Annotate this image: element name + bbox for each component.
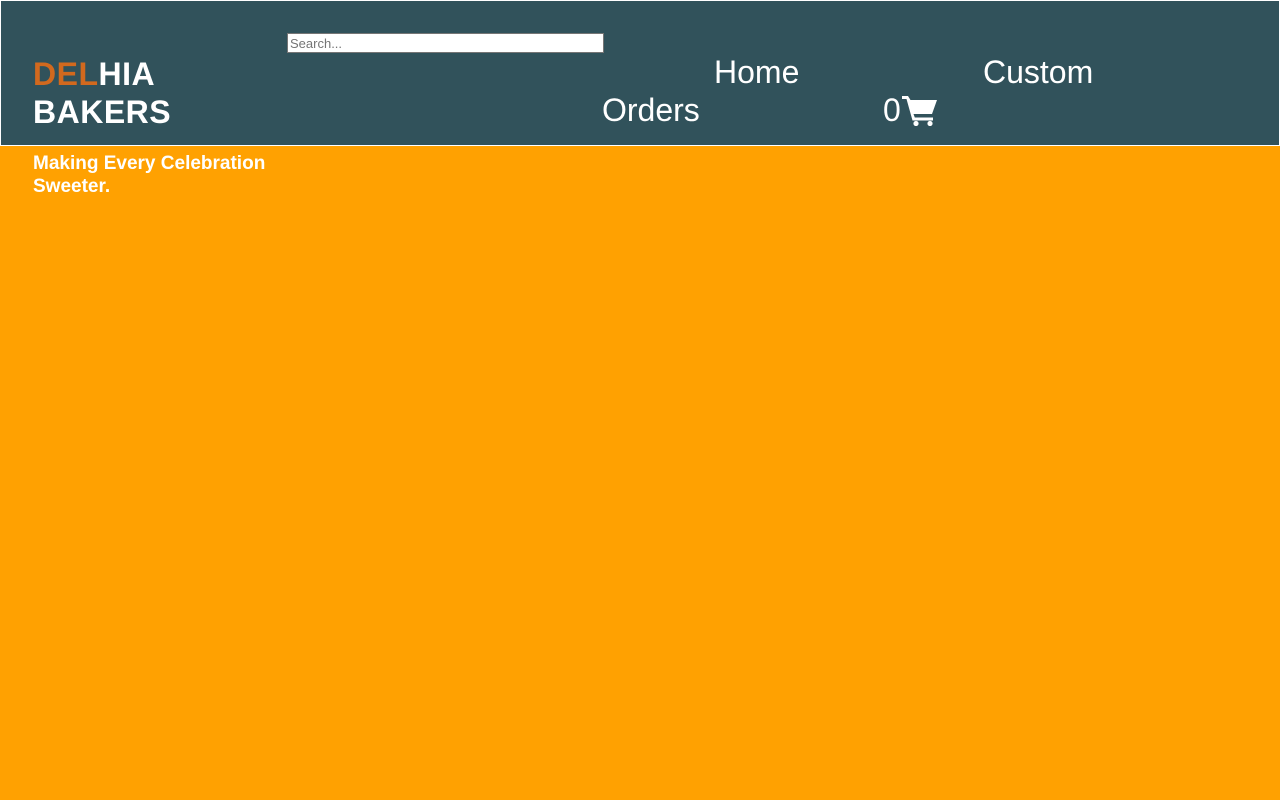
site-header: DELHIA BAKERS Home Custom Orders 0 (0, 0, 1280, 146)
nav-custom-link[interactable]: Custom (983, 53, 1093, 91)
cart-icon (901, 96, 937, 126)
tagline: Making Every Celebration Sweeter. (33, 153, 266, 197)
brand-logo[interactable]: DELHIA BAKERS (33, 55, 171, 131)
brand-part2: HIA (98, 56, 156, 92)
nav-home-link[interactable]: Home (714, 53, 799, 91)
nav-orders-link[interactable]: Orders (602, 91, 700, 129)
cart-count: 0 (883, 92, 901, 128)
search-input[interactable] (287, 33, 604, 53)
brand-line2: BAKERS (33, 94, 172, 130)
brand-part1: DEL (33, 56, 99, 92)
cart-button[interactable]: 0 (883, 91, 938, 129)
